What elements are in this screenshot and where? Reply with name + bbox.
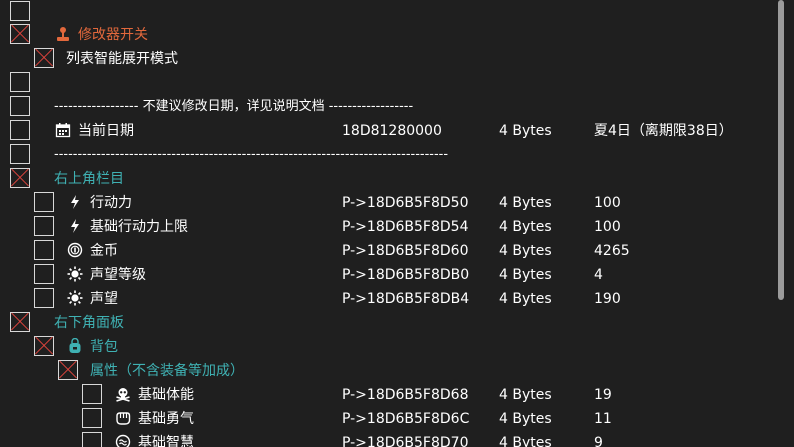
row-description: 列表智能展开模式 — [66, 51, 178, 67]
sun-badge-icon — [66, 290, 84, 308]
table-row[interactable]: 基础体能 P->18D6B5F8D68 4 Bytes 19 — [0, 383, 780, 407]
row-description: 属性（不含装备等加成） — [90, 363, 244, 379]
row-description: ------------------ 不建议修改日期，详见说明文档 ------… — [54, 99, 414, 114]
row-description: 基础体能 — [138, 387, 194, 403]
table-row[interactable]: 右上角栏目 — [0, 167, 780, 191]
table-row[interactable]: 行动力 P->18D6B5F8D50 4 Bytes 100 — [0, 191, 780, 215]
table-row[interactable]: 列表智能展开模式 — [0, 47, 780, 71]
row-address: P->18D6B5F8DB0 — [342, 267, 470, 283]
brain-icon — [114, 434, 132, 447]
table-row[interactable]: ------------------ 不建议修改日期，详见说明文档 ------… — [0, 95, 780, 119]
row-value[interactable]: 9 — [594, 434, 603, 447]
backpack-icon — [66, 337, 84, 356]
row-value[interactable]: 100 — [594, 194, 621, 212]
row-address: P->18D6B5F8D68 — [342, 387, 469, 403]
sun-badge-icon — [66, 266, 84, 284]
row-description: 右上角栏目 — [54, 171, 124, 187]
row-description: 基础勇气 — [138, 411, 194, 427]
active-checkbox[interactable] — [34, 264, 54, 284]
row-description: 声望 — [90, 291, 118, 307]
row-value[interactable]: 4 — [594, 266, 603, 284]
row-type: 4 Bytes — [499, 291, 552, 307]
active-checkbox[interactable] — [82, 432, 102, 447]
table-row[interactable]: 基础行动力上限 P->18D6B5F8D54 4 Bytes 100 — [0, 215, 780, 239]
table-row[interactable] — [0, 0, 780, 24]
table-row[interactable]: 声望等级 P->18D6B5F8DB0 4 Bytes 4 — [0, 263, 780, 287]
row-type: 4 Bytes — [499, 123, 552, 139]
skull-icon — [114, 386, 132, 404]
table-row[interactable]: 金币 P->18D6B5F8D60 4 Bytes 4265 — [0, 239, 780, 263]
row-description: 基础智慧 — [138, 435, 194, 447]
row-description: 基础行动力上限 — [90, 219, 188, 235]
row-value[interactable]: 夏4日（离期限38日） — [594, 122, 733, 140]
row-description: 背包 — [90, 339, 118, 355]
row-type: 4 Bytes — [499, 411, 552, 427]
row-address: P->18D6B5F8D70 — [342, 435, 469, 447]
active-checkbox[interactable] — [82, 408, 102, 428]
table-row[interactable]: 属性（不含装备等加成） — [0, 359, 780, 383]
cheat-table-list: 修改器开关 列表智能展开模式 ------------------ 不建议修改日… — [0, 0, 780, 447]
table-row[interactable]: 声望 P->18D6B5F8DB4 4 Bytes 190 — [0, 287, 780, 311]
active-checkbox[interactable] — [10, 96, 30, 116]
row-type: 4 Bytes — [499, 219, 552, 235]
active-checkbox[interactable] — [10, 144, 30, 164]
row-value[interactable]: 11 — [594, 410, 612, 428]
row-value[interactable]: 190 — [594, 290, 621, 308]
active-checkbox[interactable] — [34, 240, 54, 260]
row-address: P->18D6B5F8DB4 — [342, 291, 470, 307]
table-row[interactable]: 当前日期 18D81280000 4 Bytes 夏4日（离期限38日） — [0, 119, 780, 143]
row-description: 金币 — [90, 243, 118, 259]
row-value[interactable]: 4265 — [594, 242, 630, 260]
coin-icon — [66, 242, 84, 260]
active-checkbox[interactable] — [10, 168, 30, 188]
active-checkbox[interactable] — [34, 216, 54, 236]
row-description: 修改器开关 — [78, 27, 148, 43]
active-checkbox[interactable] — [34, 192, 54, 212]
table-row[interactable]: 修改器开关 — [0, 23, 780, 47]
active-checkbox[interactable] — [82, 384, 102, 404]
active-checkbox[interactable] — [34, 48, 54, 68]
row-type: 4 Bytes — [499, 387, 552, 403]
calendar-icon — [54, 122, 72, 140]
lightning-icon — [66, 194, 84, 212]
table-row[interactable]: 基础勇气 P->18D6B5F8D6C 4 Bytes 11 — [0, 407, 780, 431]
row-type: 4 Bytes — [499, 435, 552, 447]
row-address: P->18D6B5F8D60 — [342, 243, 469, 259]
active-checkbox[interactable] — [10, 312, 30, 332]
scrollbar-thumb[interactable] — [778, 0, 784, 300]
row-value[interactable]: 100 — [594, 218, 621, 236]
row-value[interactable]: 19 — [594, 386, 612, 404]
active-checkbox[interactable] — [10, 1, 30, 21]
table-row[interactable] — [0, 71, 780, 95]
row-description: 声望等级 — [90, 267, 146, 283]
row-type: 4 Bytes — [499, 243, 552, 259]
row-description: ----------------------------------------… — [54, 147, 449, 162]
row-description: 右下角面板 — [54, 315, 124, 331]
table-row[interactable]: 背包 — [0, 335, 780, 359]
lightning-icon — [66, 218, 84, 236]
active-checkbox[interactable] — [10, 24, 30, 44]
active-checkbox[interactable] — [10, 72, 30, 92]
row-address: 18D81280000 — [342, 123, 442, 139]
table-row[interactable]: ----------------------------------------… — [0, 143, 780, 167]
fist-icon — [114, 410, 132, 428]
active-checkbox[interactable] — [34, 288, 54, 308]
row-description: 当前日期 — [78, 123, 134, 139]
table-row[interactable]: 基础智慧 P->18D6B5F8D70 4 Bytes 9 — [0, 431, 780, 447]
row-type: 4 Bytes — [499, 267, 552, 283]
active-checkbox[interactable] — [58, 360, 78, 380]
table-row[interactable]: 右下角面板 — [0, 311, 780, 335]
row-address: P->18D6B5F8D50 — [342, 195, 469, 211]
row-address: P->18D6B5F8D6C — [342, 411, 470, 427]
joystick-icon — [54, 26, 72, 44]
active-checkbox[interactable] — [34, 336, 54, 356]
row-type: 4 Bytes — [499, 195, 552, 211]
row-address: P->18D6B5F8D54 — [342, 219, 469, 235]
row-description: 行动力 — [90, 195, 132, 211]
active-checkbox[interactable] — [10, 120, 30, 140]
